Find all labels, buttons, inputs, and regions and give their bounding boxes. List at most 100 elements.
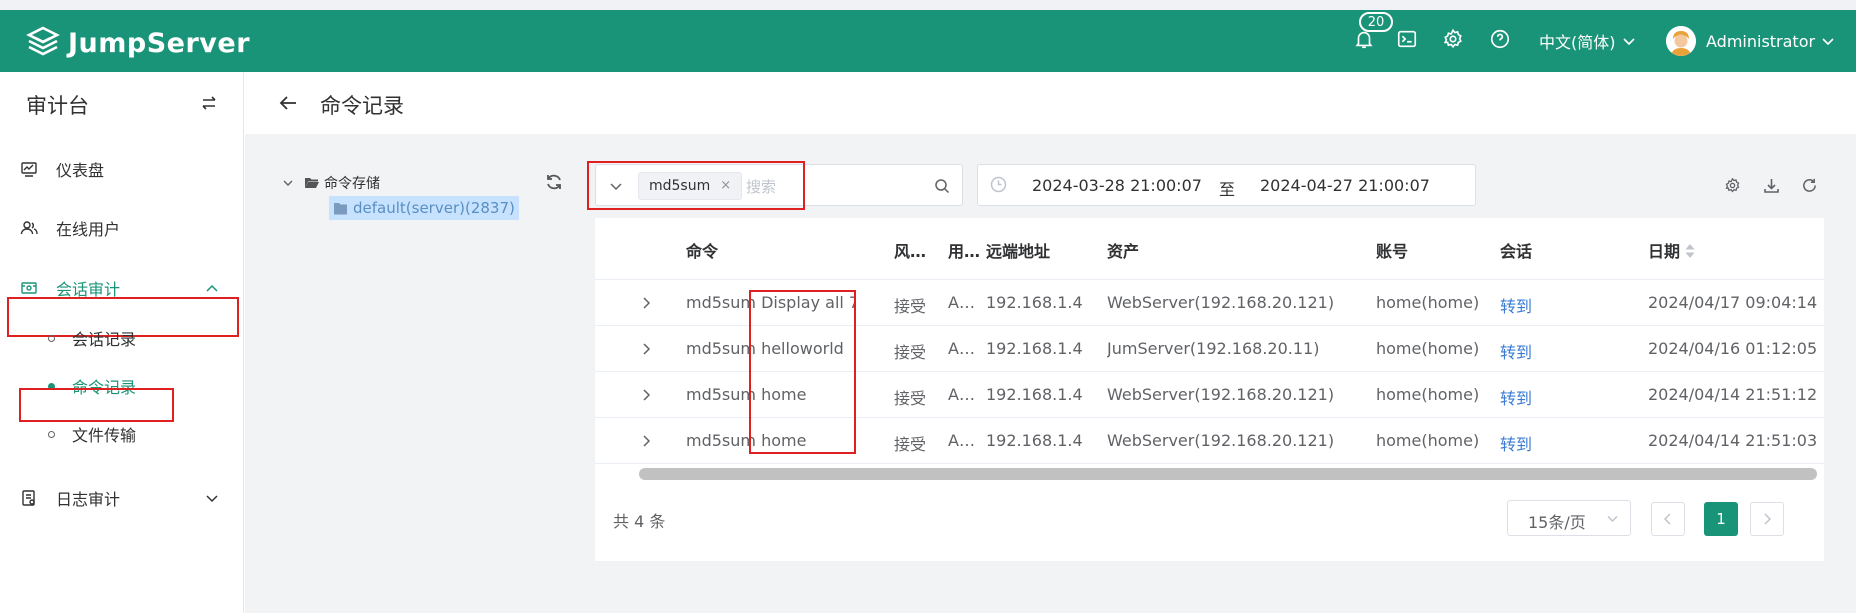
sidebar-item-label: 在线用户 [56,220,121,239]
sidebar-item-log-audit[interactable]: 日志审计 [0,475,244,521]
column-header-remote-address[interactable]: 远端地址 [986,238,1050,262]
cell-risk: 接受 [894,389,927,408]
tree-node-command-storage[interactable]: 命令存储 [282,173,380,193]
column-header-date[interactable]: 日期 [1648,238,1696,262]
cell-asset: WebServer(192.168.20.121) [1107,293,1335,312]
dashboard-icon [21,162,37,177]
column-header-risk[interactable]: 风… [894,238,926,262]
cell-date: 2024/04/16 01:12:05 [1648,339,1818,358]
user-menu[interactable]: Administrator [1666,26,1835,56]
bullet-icon [48,430,55,438]
help-icon[interactable] [1489,28,1511,50]
session-goto-link[interactable]: 转到 [1500,293,1532,317]
sidebar-title: 审计台 [26,94,89,118]
cell-date: 2024/04/14 21:51:03 [1648,431,1818,450]
cell-account: home(home) [1376,431,1480,450]
column-header-session[interactable]: 会话 [1500,238,1532,262]
horizontal-scrollbar[interactable] [639,468,1817,480]
page-size-label: 15条/页 [1528,513,1586,532]
users-icon [20,221,38,235]
chevron-down-icon [1607,515,1618,523]
page-number-button[interactable]: 1 [1704,502,1738,536]
sidebar-subitem-label: 文件传输 [72,426,137,445]
date-start[interactable]: 2024-03-28 21:00:07 [1032,176,1202,195]
cell-account: home(home) [1376,293,1480,312]
back-arrow-icon[interactable] [277,92,299,114]
chevron-right-icon[interactable] [639,388,653,402]
page-title: 命令记录 [320,94,404,118]
cell-remote-address: 192.168.1.4 [986,431,1083,450]
sort-icon[interactable] [1684,242,1696,260]
cell-user: A… [948,293,975,312]
chevron-right-icon[interactable] [639,342,653,356]
column-header-asset[interactable]: 资产 [1107,238,1139,262]
sidebar-subitem-session-records[interactable]: 会话记录 [0,318,244,358]
bullet-icon [48,334,55,342]
highlight-box-command-args [749,290,856,454]
total-count: 共 4 条 [613,512,666,531]
session-goto-link[interactable]: 转到 [1500,431,1532,455]
cell-remote-address: 192.168.1.4 [986,339,1083,358]
cell-asset: JumServer(192.168.20.11) [1107,339,1320,358]
date-end[interactable]: 2024-04-27 21:00:07 [1260,176,1430,195]
tree-node-default-server[interactable]: default(server)(2837) [329,196,519,220]
cell-account: home(home) [1376,385,1480,404]
date-separator: 至 [1219,180,1236,199]
page-header: 命令记录 [245,72,1856,134]
chevron-down-icon [206,495,218,503]
column-header-user[interactable]: 用… [948,238,980,262]
cell-risk: 接受 [894,343,927,362]
column-header-command[interactable]: 命令 [686,238,718,262]
chevron-down-icon [283,180,293,186]
column-header-account[interactable]: 账号 [1376,238,1408,262]
session-goto-link[interactable]: 转到 [1500,339,1532,363]
tree-node-label: default(server)(2837) [353,199,515,217]
settings-gear-icon[interactable] [1442,28,1464,50]
session-goto-link[interactable]: 转到 [1500,385,1532,409]
chevron-right-icon[interactable] [639,296,653,310]
next-page-button[interactable] [1750,502,1784,536]
sidebar: 审计台 仪表盘 在线用户 会话审计 会话记录 命令记录 文件传输 日志审计 [0,72,244,613]
sidebar-item-online-users[interactable]: 在线用户 [0,205,244,251]
table-settings-gear-icon[interactable] [1724,177,1741,194]
chevron-right-icon[interactable] [639,434,653,448]
sidebar-item-label: 仪表盘 [56,161,105,180]
cell-date: 2024/04/17 09:04:14 [1648,293,1818,312]
tree-node-label: 命令存储 [324,176,380,192]
cell-user: A… [948,339,975,358]
switch-view-icon[interactable] [200,94,218,112]
sidebar-item-dashboard[interactable]: 仪表盘 [0,146,244,192]
chevron-down-icon [1622,38,1635,46]
search-icon[interactable] [934,178,950,194]
column-header-date-label: 日期 [1648,242,1681,261]
app-logo[interactable]: JumpServer [26,26,250,60]
prev-page-button[interactable] [1651,502,1685,536]
sidebar-item-label: 日志审计 [56,490,121,509]
cell-risk: 接受 [894,435,927,454]
date-range-picker[interactable]: 2024-03-28 21:00:07 至 2024-04-27 21:00:0… [977,164,1476,206]
refresh-icon[interactable] [545,173,563,191]
cell-risk: 接受 [894,297,927,316]
folder-open-icon [305,178,319,188]
sidebar-header: 审计台 [0,72,244,134]
sidebar-subitem-label: 会话记录 [72,330,137,349]
language-selector[interactable]: 中文(简体) [1539,29,1636,53]
table-header: 命令 风… 用… 远端地址 资产 账号 会话 日期 [595,218,1824,280]
chevron-left-icon [1663,513,1671,525]
cell-user: A… [948,431,975,450]
session-audit-icon [21,282,37,294]
cell-asset: WebServer(192.168.20.121) [1107,431,1335,450]
sidebar-subitem-file-transfer[interactable]: 文件传输 [0,414,244,454]
cell-asset: WebServer(192.168.20.121) [1107,385,1335,404]
download-icon[interactable] [1763,177,1780,194]
chevron-right-icon [1764,513,1772,525]
folder-icon [334,202,347,214]
cell-date: 2024/04/14 21:51:12 [1648,385,1818,404]
jumpserver-logo-icon [26,26,60,56]
cell-remote-address: 192.168.1.4 [986,385,1083,404]
user-name: Administrator [1706,31,1816,51]
cell-user: A… [948,385,975,404]
page-size-select[interactable]: 15条/页 [1507,500,1631,536]
refresh-icon[interactable] [1801,177,1818,194]
terminal-icon[interactable] [1396,28,1418,50]
